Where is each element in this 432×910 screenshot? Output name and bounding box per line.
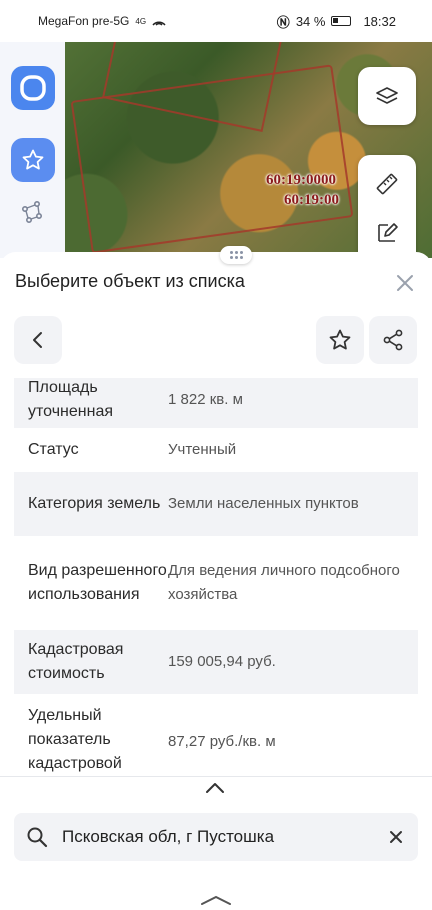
property-row: Статус Учтенный bbox=[14, 428, 418, 472]
signal-icon bbox=[152, 21, 166, 26]
back-icon bbox=[33, 332, 42, 348]
property-value: 87,27 руб./кв. м bbox=[168, 733, 276, 750]
property-row: Удельный показатель кадастровой 87,27 ру… bbox=[14, 694, 418, 776]
status-bar: MegaFon pre-5G 4G Ⓝ 34 % 18:32 bbox=[0, 0, 432, 42]
property-key: Удельный показатель кадастровой bbox=[28, 707, 122, 772]
property-key: Кадастровая стоимость bbox=[28, 641, 124, 682]
search-icon bbox=[27, 827, 48, 848]
share-button[interactable] bbox=[369, 316, 417, 364]
property-value: Учтенный bbox=[168, 441, 237, 458]
property-value: Для ведения личного подсобного хозяйства bbox=[168, 562, 400, 603]
back-button[interactable] bbox=[14, 316, 62, 364]
star-icon bbox=[22, 149, 44, 170]
nav-chevron-icon[interactable] bbox=[200, 893, 232, 907]
cadastral-label: 60:19:00 bbox=[284, 192, 339, 208]
clear-search-icon[interactable] bbox=[389, 830, 403, 844]
property-row: Кадастровая стоимость 159 005,94 руб. bbox=[14, 630, 418, 694]
property-key: Вид разрешенного использования bbox=[28, 562, 167, 603]
star-icon bbox=[329, 329, 351, 350]
layers-icon bbox=[376, 87, 398, 104]
property-value: 1 822 кв. м bbox=[168, 391, 243, 408]
property-value: Земли населенных пунктов bbox=[168, 495, 359, 512]
route-icon[interactable] bbox=[20, 200, 44, 224]
nfc-icon: Ⓝ bbox=[276, 14, 290, 30]
network-type: 4G bbox=[135, 16, 147, 26]
property-value: 159 005,94 руб. bbox=[168, 653, 276, 670]
app-logo-icon[interactable] bbox=[11, 66, 55, 110]
property-row: Вид разрешенного использования Для веден… bbox=[14, 536, 418, 630]
property-row: Категория земель Земли населенных пункто… bbox=[14, 472, 418, 536]
edit-icon[interactable] bbox=[375, 221, 399, 245]
sheet-title: Выберите объект из списка bbox=[15, 271, 245, 291]
battery-icon bbox=[331, 16, 352, 26]
search-input[interactable]: Псковская обл, г Пустошка bbox=[62, 827, 274, 847]
property-row: Площадь уточненная 1 822 кв. м bbox=[14, 378, 418, 428]
share-icon bbox=[383, 329, 403, 351]
battery-percent: 34 % bbox=[295, 13, 326, 29]
search-field[interactable]: Псковская обл, г Пустошка bbox=[14, 813, 418, 861]
sheet-drag-handle[interactable] bbox=[220, 246, 252, 264]
clock: 18:32 bbox=[363, 13, 396, 29]
cadastral-label: 60:19:0000 bbox=[266, 172, 336, 188]
property-key: Статус bbox=[28, 441, 79, 458]
divider bbox=[0, 776, 432, 777]
layers-button[interactable] bbox=[358, 67, 416, 125]
ruler-icon[interactable] bbox=[375, 172, 399, 196]
favorites-button[interactable] bbox=[11, 138, 55, 182]
close-icon[interactable] bbox=[394, 272, 416, 294]
property-key: Категория земель bbox=[28, 495, 161, 512]
properties-list[interactable]: Площадь уточненная 1 822 кв. м Статус Уч… bbox=[14, 378, 418, 776]
chevron-up-icon[interactable] bbox=[204, 780, 226, 796]
property-key: Площадь уточненная bbox=[28, 379, 113, 420]
favorite-button[interactable] bbox=[316, 316, 364, 364]
carrier-label: MegaFon pre-5G bbox=[38, 14, 130, 28]
